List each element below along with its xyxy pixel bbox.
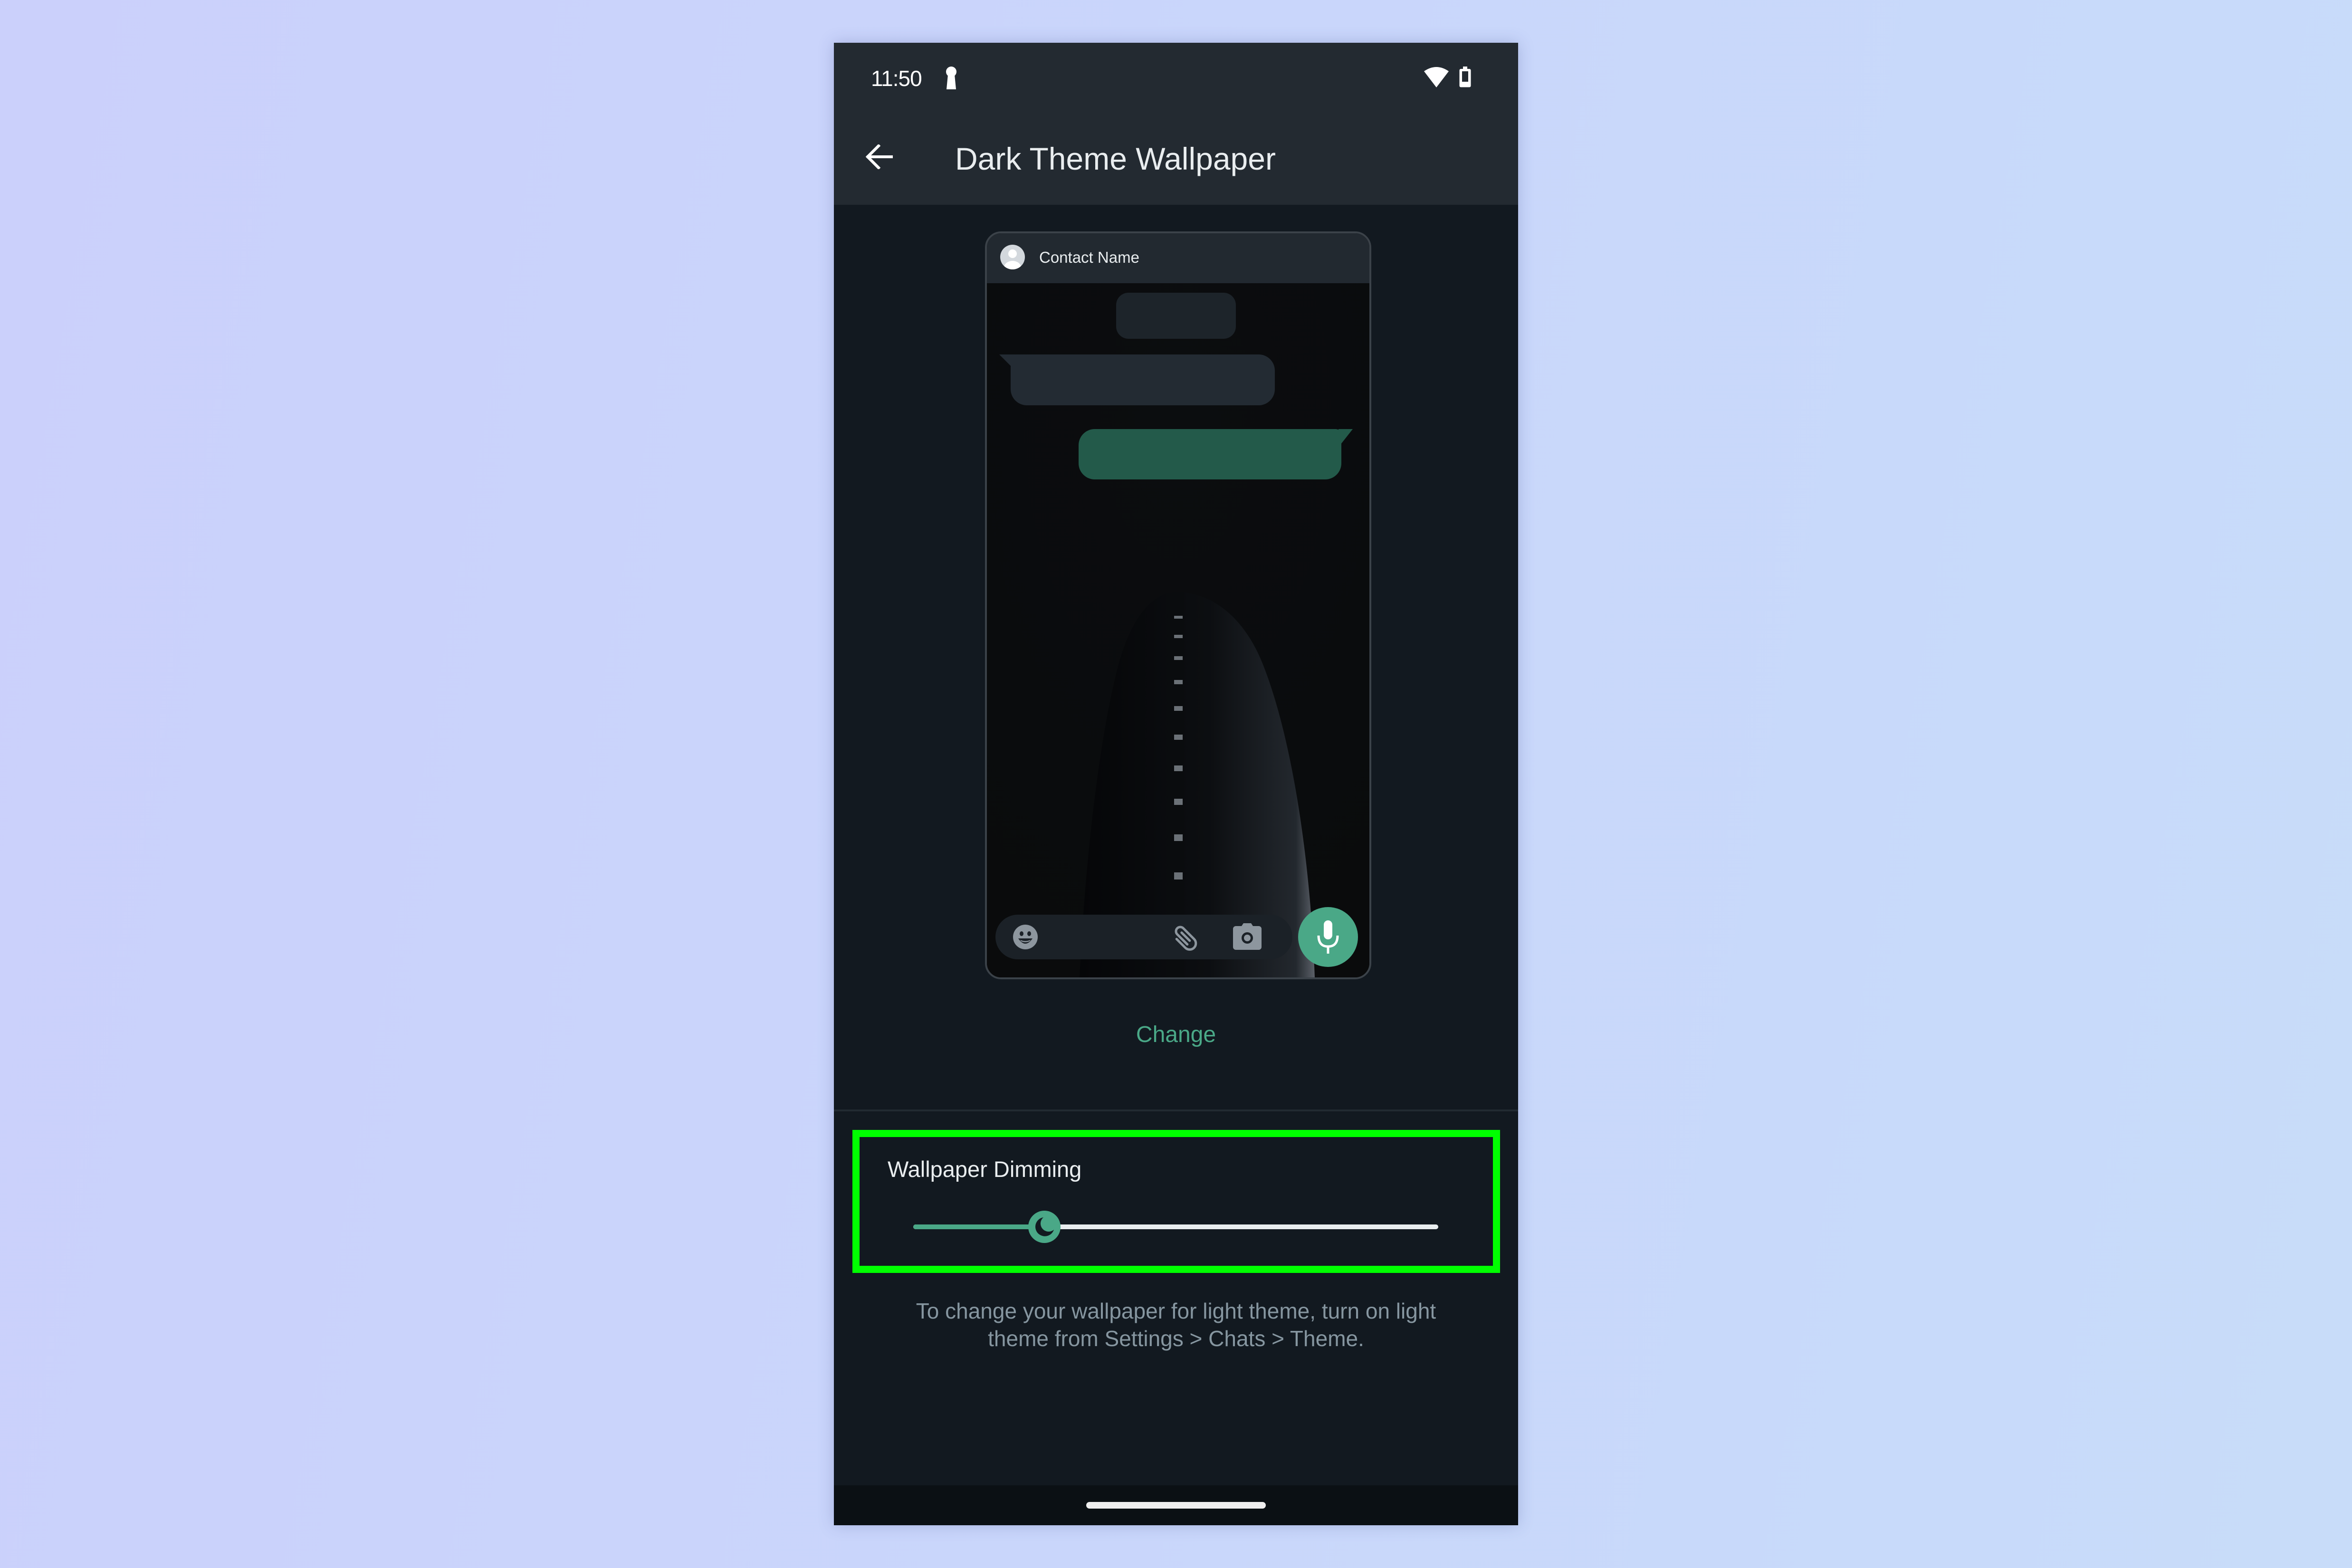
home-gesture-handle[interactable]: [1086, 1502, 1266, 1509]
arrow-left-icon: [865, 144, 893, 169]
status-time: 11:50: [871, 66, 922, 91]
keyhole-icon: [946, 67, 956, 89]
light-theme-hint: To change your wallpaper for light theme…: [916, 1299, 1436, 1351]
app-bar: 11:50 Dark Theme Wallpaper: [834, 43, 1518, 205]
preview-chat-header: Contact Name: [987, 233, 1369, 283]
wallpaper-preview: Contact Name: [985, 231, 1371, 979]
battery-icon: [1459, 67, 1471, 87]
paperclip-icon: [1175, 926, 1197, 951]
date-chip: [1116, 293, 1236, 339]
wallpaper-dimming-slider[interactable]: [913, 1208, 1438, 1246]
page-title: Dark Theme Wallpaper: [955, 141, 1276, 176]
dimming-highlight-box: [852, 1130, 1500, 1273]
person-icon: [1000, 245, 1025, 269]
microphone-button: [1298, 907, 1358, 967]
change-wallpaper-button[interactable]: Change: [834, 1022, 1518, 1048]
back-button[interactable]: [860, 138, 898, 176]
wifi-icon: [1424, 67, 1449, 87]
incoming-message-bubble: [1011, 354, 1275, 405]
moon-icon: [1035, 1217, 1054, 1236]
slider-thumb[interactable]: [1028, 1211, 1061, 1243]
navigation-bar: [834, 1485, 1518, 1525]
camera-icon: [1233, 923, 1262, 950]
outgoing-message-bubble: [1079, 429, 1341, 479]
slider-track-active[interactable]: [913, 1224, 1045, 1229]
emoji-icon: [1013, 925, 1038, 949]
dimming-label: Wallpaper Dimming: [888, 1157, 1082, 1182]
section-divider: [834, 1109, 1518, 1111]
phone-screen: 11:50 Dark Theme Wallpaper Contact Name …: [834, 43, 1518, 1525]
microphone-icon: [1317, 920, 1339, 954]
message-input-bar: [995, 915, 1292, 959]
preview-contact-name: Contact Name: [1039, 249, 1139, 266]
